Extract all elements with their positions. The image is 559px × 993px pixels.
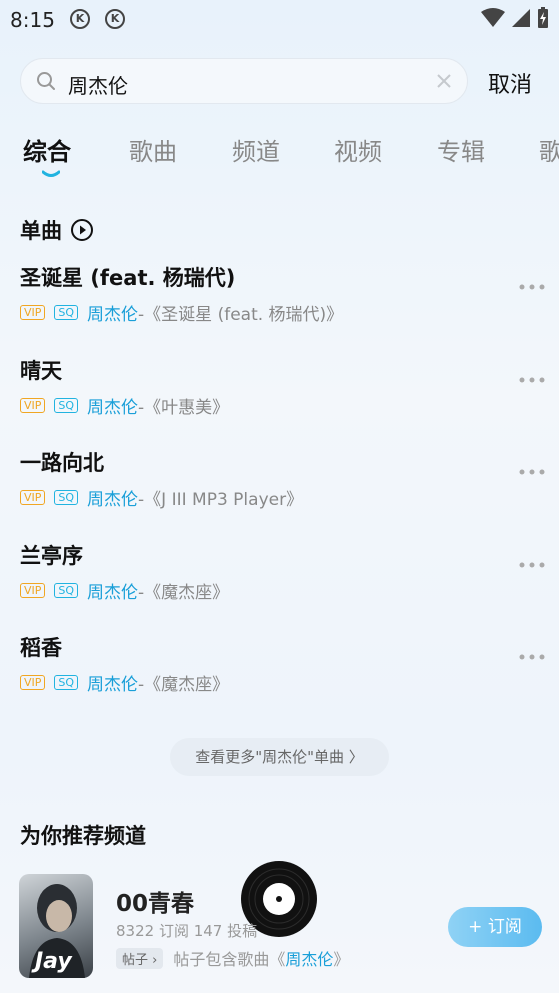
more-options-icon[interactable] bbox=[519, 562, 545, 568]
cancel-button[interactable]: 取消 bbox=[488, 67, 532, 99]
song-artist[interactable]: 周杰伦 bbox=[87, 393, 138, 418]
more-options-icon[interactable] bbox=[519, 284, 545, 290]
song-album: -《J III MP3 Player》 bbox=[138, 490, 304, 510]
song-item[interactable]: 稻香 VIP SQ 周杰伦 -《魔杰座》 bbox=[20, 632, 545, 712]
search-input[interactable]: 周杰伦 bbox=[68, 70, 128, 99]
sq-badge: SQ bbox=[54, 305, 79, 320]
song-artist[interactable]: 周杰伦 bbox=[87, 670, 138, 695]
tab-albums[interactable]: 专辑 bbox=[437, 132, 485, 167]
song-artist[interactable]: 周杰伦 bbox=[87, 578, 138, 603]
tab-videos[interactable]: 视频 bbox=[334, 132, 382, 167]
status-time: 8:15 bbox=[10, 8, 55, 32]
singles-section-title: 单曲 bbox=[20, 215, 94, 245]
search-icon bbox=[37, 72, 55, 90]
sq-badge: SQ bbox=[54, 490, 79, 505]
view-more-singles-button[interactable]: 查看更多"周杰伦"单曲 〉 bbox=[170, 738, 389, 776]
singles-title: 单曲 bbox=[20, 219, 62, 243]
song-artist[interactable]: 周杰伦 bbox=[87, 300, 138, 325]
signal-icon bbox=[512, 9, 530, 27]
more-options-icon[interactable] bbox=[519, 377, 545, 383]
vip-badge: VIP bbox=[20, 490, 46, 505]
song-item[interactable]: 圣诞星 (feat. 杨瑞代) VIP SQ 周杰伦 -《圣诞星 (feat. … bbox=[20, 262, 545, 342]
more-options-icon[interactable] bbox=[519, 469, 545, 475]
song-title: 一路向北 bbox=[20, 451, 104, 475]
channel-name[interactable]: 00青春 bbox=[116, 884, 194, 918]
clear-icon[interactable] bbox=[435, 72, 453, 90]
song-album: -《魔杰座》 bbox=[138, 583, 230, 603]
sq-badge: SQ bbox=[54, 675, 79, 690]
channel-description: 帖子包含歌曲《周杰伦》 bbox=[173, 950, 350, 969]
sq-badge: SQ bbox=[54, 398, 79, 413]
song-title: 圣诞星 (feat. 杨瑞代) bbox=[20, 266, 236, 290]
channel-stats: 8322 订阅 147 投稿 bbox=[116, 922, 258, 940]
song-album: -《叶惠美》 bbox=[138, 398, 230, 418]
vip-badge: VIP bbox=[20, 583, 46, 598]
vip-badge: VIP bbox=[20, 675, 46, 690]
tab-more[interactable]: 歌 bbox=[539, 132, 559, 167]
vip-badge: VIP bbox=[20, 305, 46, 320]
song-item[interactable]: 一路向北 VIP SQ 周杰伦 -《J III MP3 Player》 bbox=[20, 447, 545, 527]
song-item[interactable]: 晴天 VIP SQ 周杰伦 -《叶惠美》 bbox=[20, 355, 545, 435]
song-title: 稻香 bbox=[20, 636, 62, 660]
sq-badge: SQ bbox=[54, 583, 79, 598]
tab-songs[interactable]: 歌曲 bbox=[129, 132, 177, 167]
channel-cover-image[interactable]: Jay bbox=[19, 874, 93, 978]
song-artist[interactable]: 周杰伦 bbox=[87, 485, 138, 510]
post-tag[interactable]: 帖子 › bbox=[116, 947, 164, 969]
play-all-icon[interactable] bbox=[70, 218, 94, 242]
recommend-section-title: 为你推荐频道 bbox=[20, 824, 146, 848]
more-options-icon[interactable] bbox=[519, 654, 545, 660]
k-notification-icon: K bbox=[105, 9, 125, 29]
channel-tag-row: 帖子 › 帖子包含歌曲《周杰伦》 bbox=[116, 946, 349, 970]
wifi-icon bbox=[481, 8, 505, 27]
song-title: 晴天 bbox=[20, 359, 62, 383]
subscribe-button[interactable]: + 订阅 bbox=[448, 907, 542, 947]
tab-bar: 综合 歌曲 频道 视频 专辑 歌 bbox=[0, 132, 559, 182]
status-bar: 8:15 K K bbox=[0, 0, 559, 40]
song-album: -《魔杰座》 bbox=[138, 675, 230, 695]
song-item[interactable]: 兰亭序 VIP SQ 周杰伦 -《魔杰座》 bbox=[20, 540, 545, 620]
song-title: 兰亭序 bbox=[20, 544, 83, 568]
status-icons bbox=[481, 7, 549, 29]
search-bar[interactable]: 周杰伦 bbox=[20, 58, 468, 104]
tab-indicator bbox=[42, 170, 60, 177]
vip-badge: VIP bbox=[20, 398, 46, 413]
tab-general[interactable]: 综合 bbox=[23, 132, 71, 167]
cover-text: Jay bbox=[35, 949, 72, 974]
k-notification-icon: K bbox=[70, 9, 90, 29]
battery-icon bbox=[538, 7, 548, 28]
tab-channels[interactable]: 频道 bbox=[232, 132, 280, 167]
song-album: -《圣诞星 (feat. 杨瑞代)》 bbox=[138, 305, 344, 325]
